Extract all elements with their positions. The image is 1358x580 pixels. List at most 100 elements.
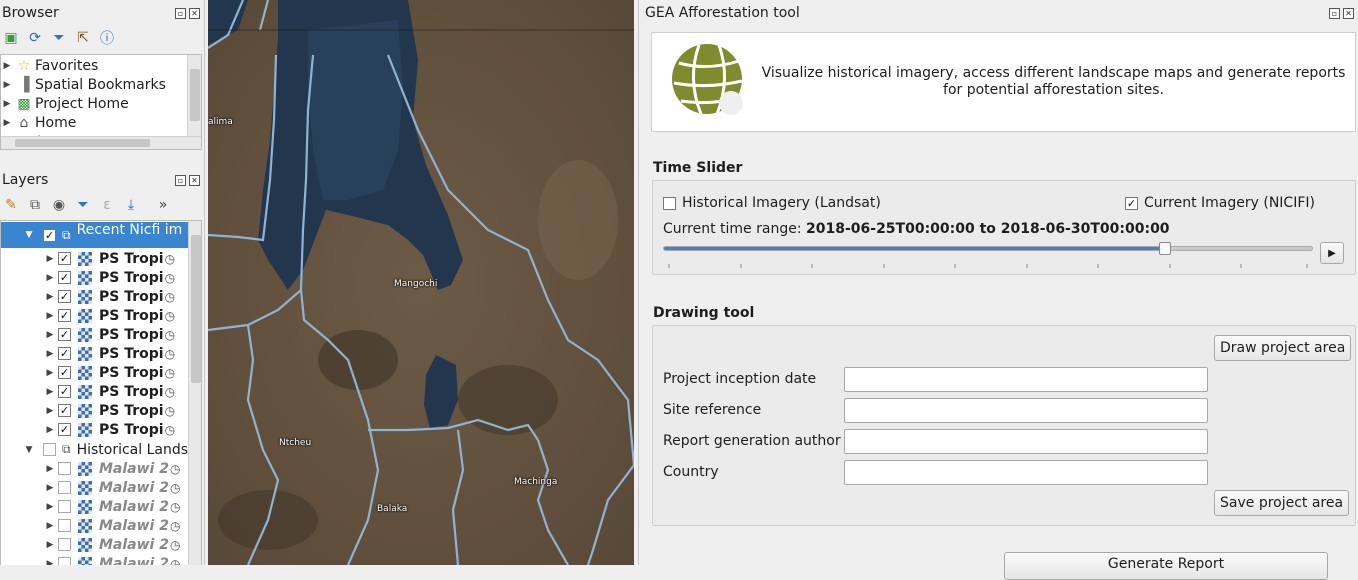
remove-layer-icon[interactable]: ⤓: [122, 196, 140, 214]
expand-arrow-icon[interactable]: ▶: [44, 406, 56, 416]
filter-expression-icon[interactable]: ε: [98, 196, 116, 214]
browser-item-home[interactable]: ▶ ⌂ Home: [1, 113, 77, 132]
float-panel-icon[interactable]: ▫: [175, 175, 186, 186]
layer-group-historical-landsat[interactable]: ▼ ⧉ Historical Lands: [1, 440, 189, 459]
style-brush-icon[interactable]: ✎: [2, 196, 20, 214]
expand-arrow-icon[interactable]: ▶: [44, 330, 56, 340]
info-icon[interactable]: ⓘ: [98, 29, 116, 47]
layer-group-checkbox[interactable]: ✓: [43, 228, 56, 242]
scrollbar-thumb[interactable]: [191, 235, 201, 383]
expand-arrow-icon[interactable]: ▶: [1, 99, 13, 109]
browser-item-spatial-bookmarks[interactable]: ▶ ▐ Spatial Bookmarks: [1, 75, 166, 94]
project-inception-date-input[interactable]: [844, 367, 1208, 392]
layer-checkbox[interactable]: ✓: [58, 271, 71, 284]
save-project-area-button[interactable]: Save project area: [1214, 490, 1350, 516]
layer-checkbox[interactable]: [58, 481, 71, 494]
layer-checkbox[interactable]: ✓: [58, 423, 71, 436]
filter-icon[interactable]: ⏷: [50, 29, 68, 47]
layer-row[interactable]: ▶ Malawi 2 ◷: [1, 478, 181, 497]
expand-arrow-icon[interactable]: ▶: [44, 464, 56, 474]
layer-row[interactable]: ▶ ✓ PS Tropi ◷: [1, 382, 176, 401]
expand-arrow-icon[interactable]: ▶: [44, 349, 56, 359]
layer-checkbox[interactable]: [58, 500, 71, 513]
layer-row[interactable]: ▶ ✓ PS Tropi ◷: [1, 268, 176, 287]
layer-checkbox[interactable]: ✓: [58, 309, 71, 322]
expand-arrow-icon[interactable]: ▶: [44, 559, 56, 566]
layer-checkbox[interactable]: [58, 538, 71, 551]
expand-arrow-icon[interactable]: ▶: [1, 61, 13, 71]
current-imagery-checkbox[interactable]: ✓ Current Imagery (NICIFI): [1125, 195, 1315, 211]
add-group-icon[interactable]: ⧉: [26, 196, 44, 214]
refresh-icon[interactable]: ⟳: [26, 29, 44, 47]
expand-arrow-icon[interactable]: ▶: [44, 540, 56, 550]
collapse-arrow-icon[interactable]: ▼: [23, 445, 35, 455]
close-panel-icon[interactable]: ✕: [189, 8, 200, 19]
expand-arrow-icon[interactable]: ▶: [44, 273, 56, 283]
expand-arrow-icon[interactable]: ▶: [44, 311, 56, 321]
float-panel-icon[interactable]: ▫: [175, 8, 186, 19]
layer-row[interactable]: ▶ ✓ PS Tropi ◷: [1, 325, 176, 344]
country-input[interactable]: [844, 460, 1208, 485]
layer-group-recent-nicfi[interactable]: ▼ ✓ ⧉ Recent Nicfi im: [1, 222, 189, 248]
layer-group-checkbox[interactable]: [43, 443, 56, 456]
browser-horizontal-scrollbar[interactable]: [1, 136, 201, 149]
expand-arrow-icon[interactable]: ▶: [1, 80, 13, 90]
expand-arrow-icon[interactable]: ▶: [44, 368, 56, 378]
layer-row[interactable]: ▶ ✓ PS Tropi ◷: [1, 420, 176, 439]
layer-row[interactable]: ▶ Malawi 2 ◷: [1, 516, 181, 535]
layer-checkbox[interactable]: ✓: [58, 366, 71, 379]
checkbox-box[interactable]: ✓: [1125, 196, 1138, 210]
layer-checkbox[interactable]: [58, 462, 71, 475]
layer-checkbox[interactable]: ✓: [58, 328, 71, 341]
layer-row[interactable]: ▶ Malawi 2 ◷: [1, 497, 181, 516]
expand-arrow-icon[interactable]: ▶: [44, 254, 56, 264]
expand-arrow-icon[interactable]: ▶: [44, 521, 56, 531]
close-panel-icon[interactable]: ✕: [189, 175, 200, 186]
expand-arrow-icon[interactable]: ▶: [1, 118, 13, 128]
generate-report-button[interactable]: Generate Report: [1004, 552, 1328, 580]
layer-checkbox[interactable]: [58, 557, 71, 565]
site-reference-input[interactable]: [844, 398, 1208, 423]
expand-arrow-icon[interactable]: ▶: [44, 425, 56, 435]
close-panel-icon[interactable]: ✕: [1343, 8, 1354, 19]
layer-row[interactable]: ▶ Malawi 2 ◷: [1, 535, 181, 554]
time-slider-track[interactable]: [663, 242, 1313, 255]
browser-item-project-home[interactable]: ▶ ▩ Project Home: [1, 94, 129, 113]
layer-row[interactable]: ▶ ✓ PS Tropi ◷: [1, 363, 176, 382]
float-panel-icon[interactable]: ▫: [1329, 8, 1340, 19]
draw-project-area-button[interactable]: Draw project area: [1214, 335, 1352, 361]
layer-row[interactable]: ▶ ✓ PS Tropi ◷: [1, 249, 176, 268]
layers-vertical-scrollbar[interactable]: [188, 221, 201, 565]
add-layer-icon[interactable]: ▣: [2, 29, 20, 47]
checkbox-box[interactable]: [663, 196, 676, 210]
expand-arrow-icon[interactable]: ▶: [44, 502, 56, 512]
visibility-eye-icon[interactable]: ◉: [50, 196, 68, 214]
scrollbar-thumb[interactable]: [190, 69, 200, 121]
layer-row[interactable]: ▶ ✓ PS Tropi ◷: [1, 344, 176, 363]
layer-checkbox[interactable]: ✓: [58, 347, 71, 360]
layer-checkbox[interactable]: ✓: [58, 252, 71, 265]
historical-imagery-checkbox[interactable]: Historical Imagery (Landsat): [663, 195, 881, 211]
expand-arrow-icon[interactable]: ▶: [44, 387, 56, 397]
layer-checkbox[interactable]: ✓: [58, 385, 71, 398]
browser-vertical-scrollbar[interactable]: [187, 55, 201, 137]
expand-arrow-icon[interactable]: ▶: [44, 483, 56, 493]
report-author-input[interactable]: [844, 429, 1208, 454]
filter-legend-icon[interactable]: ⏷: [74, 196, 92, 214]
time-slider-handle[interactable]: [1159, 242, 1171, 255]
layer-checkbox[interactable]: ✓: [58, 290, 71, 303]
layer-checkbox[interactable]: ✓: [58, 404, 71, 417]
collapse-arrow-icon[interactable]: ▼: [23, 230, 35, 240]
layer-row[interactable]: ▶ ✓ PS Tropi ◷: [1, 306, 176, 325]
map-canvas[interactable]: alima Mangochi Ntcheu Machinga Balaka: [208, 0, 634, 565]
scrollbar-thumb[interactable]: [15, 139, 150, 147]
layer-checkbox[interactable]: [58, 519, 71, 532]
layer-row[interactable]: ▶ ✓ PS Tropi ◷: [1, 287, 176, 306]
play-button[interactable]: ▶: [1320, 242, 1344, 264]
browser-item-favorites[interactable]: ▶ ☆ Favorites: [1, 56, 99, 75]
expand-arrow-icon[interactable]: ▶: [44, 292, 56, 302]
collapse-all-icon[interactable]: ⇱: [74, 29, 92, 47]
layer-row[interactable]: ▶ Malawi 2 ◷: [1, 459, 181, 478]
layer-row[interactable]: ▶ ✓ PS Tropi ◷: [1, 401, 176, 420]
layer-row[interactable]: ▶ Malawi 2 ◷: [1, 554, 180, 565]
